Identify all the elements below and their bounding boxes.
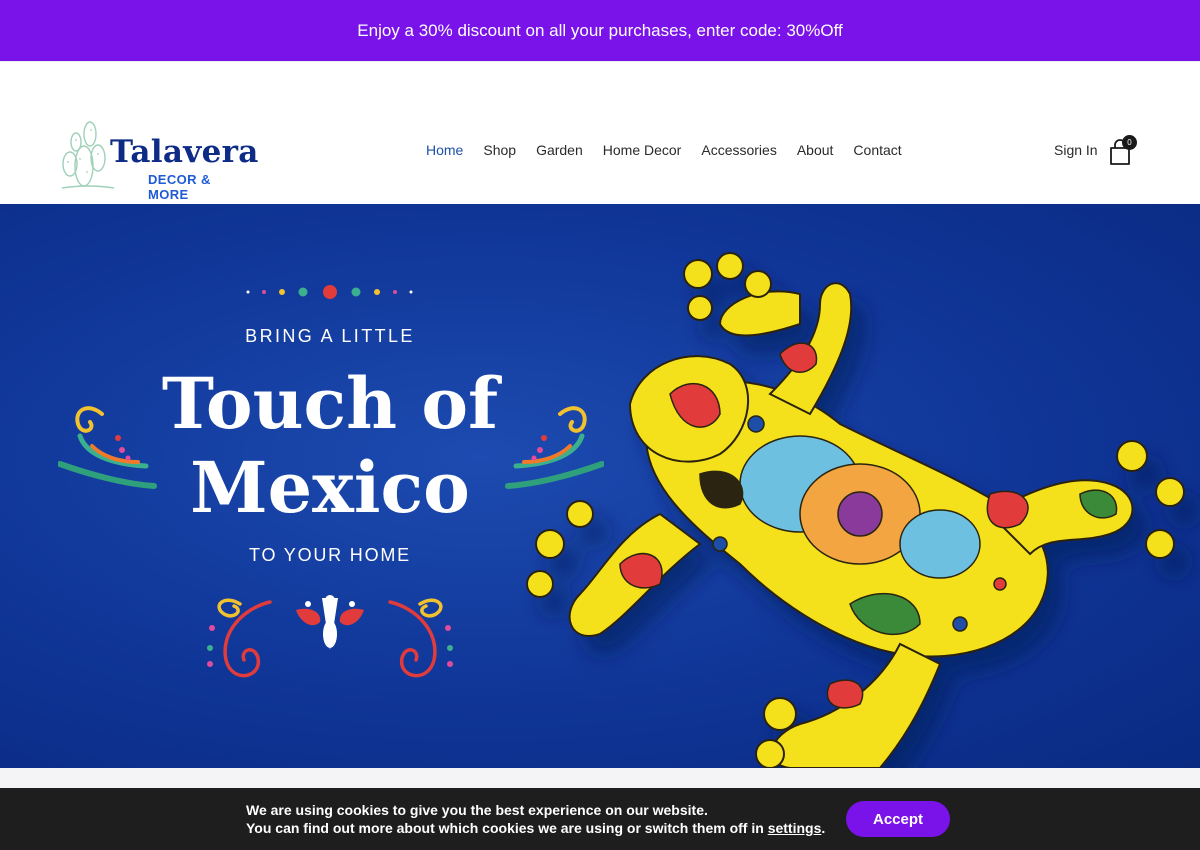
promo-bar: Enjoy a 30% discount on all your purchas…: [0, 0, 1200, 61]
site-header: Talavera DECOR & MORE Home Shop Garden H…: [0, 61, 1200, 204]
hero-kicker: BRING A LITTLE: [245, 326, 415, 346]
cookie-message-line1: We are using cookies to give you the bes…: [246, 802, 708, 818]
nav-home-decor[interactable]: Home Decor: [603, 142, 682, 158]
talavera-frog-image: [526, 252, 1185, 768]
nav-shop[interactable]: Shop: [483, 142, 516, 158]
nav-about[interactable]: About: [797, 142, 834, 158]
main-nav: Home Shop Garden Home Decor Accessories …: [426, 142, 922, 158]
cart-button[interactable]: 0: [1108, 132, 1138, 166]
promo-text: Enjoy a 30% discount on all your purchas…: [357, 20, 843, 40]
hero-heading-line2: Mexico: [190, 446, 470, 529]
dot-divider: [246, 285, 413, 299]
cart-count-badge: 0: [1122, 135, 1137, 150]
brand-name: Talavera: [110, 134, 259, 170]
hero-subline: TO YOUR HOME: [249, 545, 411, 565]
cookie-line2-suffix: .: [821, 820, 826, 836]
cookie-message-line2: You can find out more about which cookie…: [246, 819, 825, 837]
nav-accessories[interactable]: Accessories: [701, 142, 776, 158]
nav-home[interactable]: Home: [426, 142, 463, 158]
brand-tagline: DECOR & MORE: [148, 172, 211, 202]
left-swirl-ornament: [58, 406, 157, 489]
cookie-line2-prefix: You can find out more about which cookie…: [246, 820, 764, 836]
sign-in-link[interactable]: Sign In: [1054, 142, 1098, 158]
nav-garden[interactable]: Garden: [536, 142, 583, 158]
accept-cookies-button[interactable]: Accept: [846, 801, 950, 837]
cactus-icon: [61, 121, 115, 189]
cookie-settings-link[interactable]: settings: [768, 820, 822, 836]
site-logo[interactable]: Talavera DECOR & MORE: [58, 114, 258, 202]
nav-contact[interactable]: Contact: [853, 142, 901, 158]
cookie-message: We are using cookies to give you the bes…: [246, 801, 825, 837]
hero-banner: BRING A LITTLE Touch of Mexico TO YOUR H…: [0, 204, 1200, 768]
hero-heading-line1: Touch of: [161, 362, 499, 445]
cookie-banner: We are using cookies to give you the bes…: [0, 788, 1200, 850]
section-divider: [0, 768, 1200, 788]
hero-heading: Touch of Mexico: [130, 362, 530, 530]
bottom-flourish-ornament: [207, 595, 453, 678]
